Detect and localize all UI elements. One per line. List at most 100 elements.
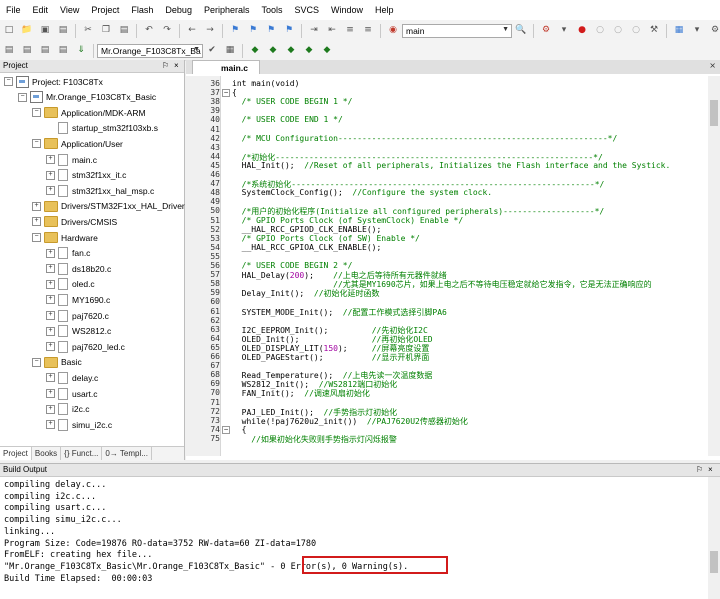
menu-view[interactable]: View <box>54 5 85 15</box>
expand-icon[interactable]: + <box>46 248 55 258</box>
expand-icon[interactable]: + <box>46 389 55 398</box>
find-icon[interactable]: 🔍 <box>514 24 528 38</box>
download-icon[interactable]: ⇓ <box>74 44 88 58</box>
extra-tool-icon[interactable]: ◆ <box>320 44 334 58</box>
chevron-down-icon[interactable]: ▼ <box>193 46 200 53</box>
expand-icon[interactable]: + <box>46 420 55 430</box>
tab-project[interactable]: Project <box>0 447 32 460</box>
rebuild-icon[interactable]: ▤ <box>38 44 52 58</box>
debug-zoom-icon[interactable]: ⚙ <box>539 24 553 38</box>
expand-icon[interactable]: + <box>46 170 55 180</box>
collapse-icon[interactable]: − <box>18 92 27 102</box>
file-extensions-icon[interactable]: ▦ <box>223 44 237 58</box>
menu-help[interactable]: Help <box>369 5 400 15</box>
fold-toggle-icon[interactable]: − <box>222 89 230 98</box>
pin-icon[interactable]: ⚐ <box>696 464 703 476</box>
menu-flash[interactable]: Flash <box>125 5 159 15</box>
tab-funct[interactable]: {} Funct... <box>61 447 103 460</box>
breakpoint-disable-icon[interactable]: ○ <box>593 24 607 38</box>
close-icon[interactable]: × <box>709 61 716 70</box>
tree-item[interactable]: − Application/MDK-ARM <box>32 105 146 120</box>
tree-item[interactable]: + stm32f1xx_it.c <box>46 168 126 183</box>
tree-item[interactable]: − Hardware <box>32 230 98 245</box>
menu-file[interactable]: File <box>0 5 27 15</box>
editor-vertical-scrollbar[interactable] <box>708 76 720 456</box>
close-icon[interactable]: × <box>708 464 713 476</box>
scrollbar-thumb[interactable] <box>710 100 718 126</box>
tree-item[interactable]: + Drivers/STM32F1xx_HAL_Driver <box>32 199 185 214</box>
scrollbar-thumb[interactable] <box>710 551 718 573</box>
tree-item[interactable]: + usart.c <box>46 386 98 401</box>
bookmark-next-icon[interactable]: ⚑ <box>264 24 278 38</box>
collapse-icon[interactable]: − <box>32 357 41 367</box>
copy-icon[interactable]: ❐ <box>99 24 113 38</box>
tree-item[interactable]: + main.c <box>46 152 97 167</box>
tree-item[interactable]: − Application/User <box>32 136 123 151</box>
close-icon[interactable]: × <box>174 60 179 72</box>
tree-item[interactable]: − Project: F103C8Tx <box>4 74 103 89</box>
menu-peripherals[interactable]: Peripherals <box>198 5 256 15</box>
manage-run-time-icon[interactable]: ◆ <box>248 44 262 58</box>
uncomment-icon[interactable]: ≡ <box>361 24 375 38</box>
menu-window[interactable]: Window <box>325 5 369 15</box>
tree-item[interactable]: + paj7620_led.c <box>46 339 125 354</box>
target-select[interactable]: Mr.Orange_F103C8Tx_Ba ▼ <box>97 43 203 58</box>
tree-item[interactable]: + ds18b20.c <box>46 261 111 276</box>
target-options-icon[interactable]: ✔ <box>205 44 219 58</box>
expand-icon[interactable]: + <box>46 326 55 336</box>
menu-tools[interactable]: Tools <box>255 5 288 15</box>
tab-templ[interactable]: 0→ Templ... <box>102 447 152 460</box>
translate-icon[interactable]: ▤ <box>2 44 16 58</box>
save-icon[interactable]: ▣ <box>38 24 52 38</box>
expand-icon[interactable]: + <box>46 295 55 305</box>
tree-item[interactable]: + MY1690.c <box>46 292 110 307</box>
nav-forward-icon[interactable]: → <box>203 24 217 38</box>
nav-back-icon[interactable]: ← <box>185 24 199 38</box>
expand-icon[interactable]: + <box>46 404 55 414</box>
tree-item[interactable]: + Drivers/CMSIS <box>32 214 117 229</box>
project-manage-icon[interactable]: ◆ <box>302 44 316 58</box>
code-area[interactable]: int main(void){ /* USER CODE BEGIN 1 */ … <box>232 76 708 456</box>
undo-icon[interactable]: ↶ <box>142 24 156 38</box>
breakpoint-icon[interactable]: ● <box>575 24 589 38</box>
indent-icon[interactable]: ⇥ <box>307 24 321 38</box>
window-layout-icon[interactable]: ▦ <box>672 24 686 38</box>
redo-icon[interactable]: ↷ <box>160 24 174 38</box>
breakpoint-kill-icon[interactable]: ○ <box>629 24 643 38</box>
dropdown-icon[interactable]: ▾ <box>690 24 704 38</box>
tools-icon[interactable]: ⚒ <box>647 24 661 38</box>
paste-icon[interactable]: ▤ <box>117 24 131 38</box>
expand-icon[interactable]: + <box>46 311 55 320</box>
menu-project[interactable]: Project <box>85 5 125 15</box>
expand-icon[interactable]: + <box>32 217 41 227</box>
expand-icon[interactable]: + <box>46 373 55 383</box>
tree-item[interactable]: + WS2812.c <box>46 324 111 339</box>
batch-build-icon[interactable]: ▤ <box>56 44 70 58</box>
collapse-icon[interactable]: − <box>4 77 13 86</box>
cut-icon[interactable]: ✂ <box>81 24 95 38</box>
tree-item[interactable]: + stm32f1xx_hal_msp.c <box>46 183 154 198</box>
tree-item[interactable]: − Basic <box>32 355 82 370</box>
build-icon[interactable]: ▤ <box>20 44 34 58</box>
tree-item[interactable]: + oled.c <box>46 277 95 292</box>
collapse-icon[interactable]: − <box>32 108 41 118</box>
expand-icon[interactable]: + <box>46 342 55 352</box>
find-combo[interactable]: main ▼ <box>402 23 512 38</box>
tree-item[interactable]: + paj7620.c <box>46 308 109 323</box>
find-in-files-icon[interactable]: ◉ <box>386 24 400 38</box>
bookmark-icon[interactable]: ⚑ <box>228 24 242 38</box>
bookmark-prev-icon[interactable]: ⚑ <box>246 24 260 38</box>
expand-icon[interactable]: + <box>32 201 41 211</box>
tab-main-c[interactable]: main.c <box>192 60 260 74</box>
expand-icon[interactable]: + <box>46 279 55 289</box>
bookmark-clear-icon[interactable]: ⚑ <box>282 24 296 38</box>
save-all-icon[interactable]: ▤ <box>56 24 70 38</box>
open-folder-icon[interactable]: 📁 <box>20 24 34 38</box>
dropdown-icon[interactable]: ▾ <box>557 24 571 38</box>
comment-icon[interactable]: ≡ <box>343 24 357 38</box>
collapse-icon[interactable]: − <box>32 233 41 242</box>
unindent-icon[interactable]: ⇤ <box>325 24 339 38</box>
tree-item[interactable]: startup_stm32f103xb.s <box>46 121 158 136</box>
tree-item[interactable]: + i2c.c <box>46 402 89 417</box>
expand-icon[interactable]: + <box>46 186 55 196</box>
